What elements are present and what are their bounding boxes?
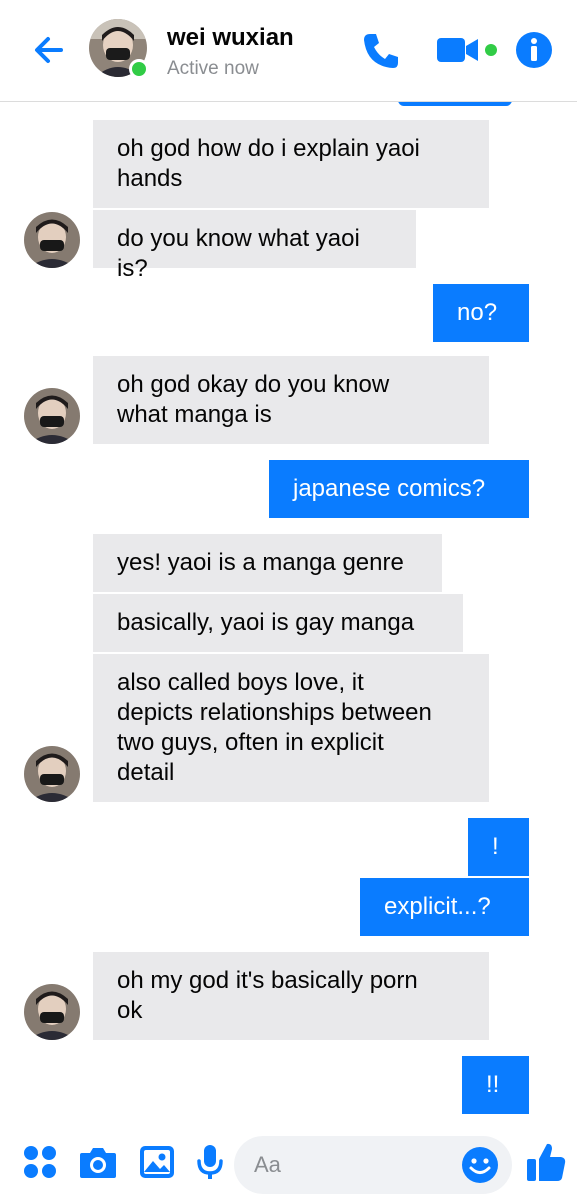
info-icon[interactable] (514, 30, 554, 70)
message-bubble-outgoing[interactable]: !! (462, 1056, 529, 1114)
image-icon[interactable] (138, 1144, 176, 1180)
message-bubble-incoming[interactable]: also called boys love, it depicts relati… (93, 654, 489, 802)
message-list[interactable]: oh god how do i explain yaoi hands do yo… (0, 102, 577, 1126)
message-bubble-outgoing[interactable]: no? (433, 284, 529, 342)
emoji-icon[interactable] (460, 1145, 500, 1185)
message-bubble-incoming[interactable]: basically, yaoi is gay manga (93, 594, 463, 652)
four-dots-icon[interactable] (22, 1144, 58, 1180)
sender-avatar (24, 388, 80, 444)
message-bubble-incoming[interactable]: oh god how do i explain yaoi hands (93, 120, 489, 208)
thumbs-up-icon[interactable] (525, 1140, 567, 1184)
sender-avatar (24, 746, 80, 802)
message-input-placeholder: Aa (254, 1152, 281, 1177)
message-bubble-incoming[interactable]: oh my god it's basically porn ok (93, 952, 489, 1040)
online-status-dot (129, 59, 149, 79)
phone-icon[interactable] (358, 28, 404, 74)
message-bubble-incoming[interactable]: yes! yaoi is a manga genre (93, 534, 442, 592)
message-bubble-outgoing[interactable]: japanese comics? (269, 460, 529, 518)
active-status: Active now (167, 58, 259, 79)
previous-message-edge (398, 102, 512, 106)
contact-name[interactable]: wei wuxian (167, 24, 294, 52)
contact-avatar[interactable] (89, 19, 151, 81)
message-input[interactable]: Aa (234, 1136, 512, 1194)
camera-icon[interactable] (78, 1144, 118, 1180)
video-camera-icon[interactable] (433, 30, 503, 70)
message-bubble-outgoing[interactable]: explicit...? (360, 878, 529, 936)
message-bubble-outgoing[interactable]: ! (468, 818, 529, 876)
sender-avatar (24, 984, 80, 1040)
arrow-left-icon[interactable] (26, 27, 72, 73)
message-bubble-incoming[interactable]: do you know what yaoi is? (93, 210, 416, 282)
conversation-header: wei wuxian Active now (0, 0, 577, 102)
message-bubble-incoming[interactable]: oh god okay do you know what manga is (93, 356, 489, 444)
sender-avatar (24, 212, 80, 268)
message-composer: Aa (0, 1126, 577, 1200)
microphone-icon[interactable] (194, 1142, 226, 1182)
